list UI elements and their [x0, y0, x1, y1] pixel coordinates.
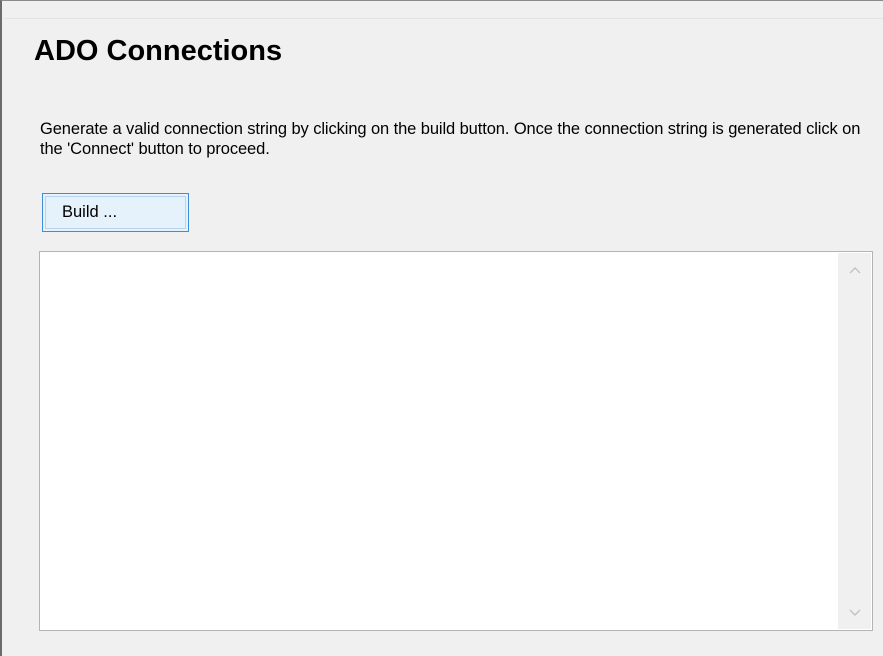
vertical-scrollbar[interactable]	[838, 253, 871, 629]
ado-connections-window: ADO Connections Generate a valid connect…	[0, 0, 883, 656]
build-button[interactable]: Build ...	[42, 193, 189, 232]
chevron-down-icon[interactable]	[838, 596, 871, 629]
connection-string-text[interactable]	[40, 252, 836, 630]
instructions-text: Generate a valid connection string by cl…	[40, 120, 861, 158]
connection-string-textarea[interactable]	[39, 251, 873, 631]
chevron-up-icon[interactable]	[838, 253, 871, 286]
page-title: ADO Connections	[34, 35, 283, 67]
build-button-label: Build ...	[62, 203, 118, 221]
top-divider	[4, 18, 883, 19]
